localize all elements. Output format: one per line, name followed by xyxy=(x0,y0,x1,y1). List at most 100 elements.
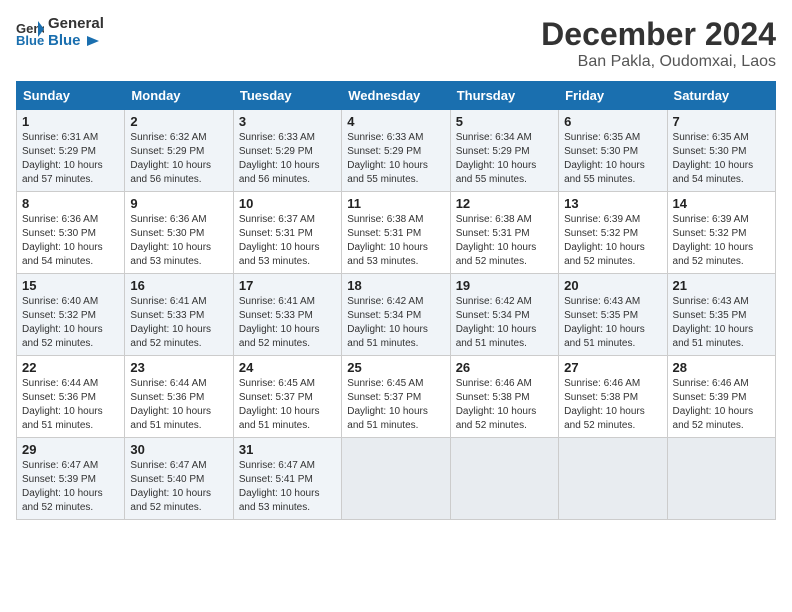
day-info: Sunrise: 6:33 AM Sunset: 5:29 PM Dayligh… xyxy=(347,131,444,187)
calendar-header-row: Sunday Monday Tuesday Wednesday Thursday… xyxy=(17,82,776,110)
calendar-week-row: 8Sunrise: 6:36 AM Sunset: 5:30 PM Daylig… xyxy=(17,192,776,274)
table-row: 16 Sunrise: 6:41 AM Sunset: 5:33 PM Dayli… xyxy=(125,274,233,356)
table-row: 7Sunrise: 6:35 AM Sunset: 5:30 PM Daylig… xyxy=(667,110,775,192)
table-row: 31Sunrise: 6:47 AM Sunset: 5:41 PM Dayli… xyxy=(233,438,341,520)
day-number: 21 xyxy=(673,278,770,293)
calendar-week-row: 22 Sunrise: 6:44 AM Sunset: 5:36 PM Dayli… xyxy=(17,356,776,438)
table-row: 20 Sunrise: 6:43 AM Sunset: 5:35 PM Dayli… xyxy=(559,274,667,356)
day-info: Sunrise: 6:36 AM Sunset: 5:30 PM Dayligh… xyxy=(22,213,119,269)
table-row: 5Sunrise: 6:34 AM Sunset: 5:29 PM Daylig… xyxy=(450,110,558,192)
table-row: 11 Sunrise: 6:38 AM Sunset: 5:31 PM Dayli… xyxy=(342,192,450,274)
day-number: 5 xyxy=(456,114,553,129)
day-number: 26 xyxy=(456,360,553,375)
table-row xyxy=(342,438,450,520)
day-info: Sunrise: 6:47 AM Sunset: 5:40 PM Dayligh… xyxy=(130,459,227,515)
table-row: 1Sunrise: 6:31 AM Sunset: 5:29 PM Daylig… xyxy=(17,110,125,192)
day-number: 30 xyxy=(130,442,227,457)
day-info: Sunrise: 6:42 AM Sunset: 5:34 PM Dayligh… xyxy=(456,295,553,351)
day-number: 22 xyxy=(22,360,119,375)
day-info: Sunrise: 6:38 AM Sunset: 5:31 PM Dayligh… xyxy=(347,213,444,269)
day-number: 24 xyxy=(239,360,336,375)
day-number: 18 xyxy=(347,278,444,293)
day-number: 6 xyxy=(564,114,661,129)
table-row: 28 Sunrise: 6:46 AM Sunset: 5:39 PM Dayli… xyxy=(667,356,775,438)
day-number: 19 xyxy=(456,278,553,293)
header-wednesday: Wednesday xyxy=(342,82,450,110)
day-info: Sunrise: 6:33 AM Sunset: 5:29 PM Dayligh… xyxy=(239,131,336,187)
day-info: Sunrise: 6:42 AM Sunset: 5:34 PM Dayligh… xyxy=(347,295,444,351)
calendar-week-row: 29Sunrise: 6:47 AM Sunset: 5:39 PM Dayli… xyxy=(17,438,776,520)
header-monday: Monday xyxy=(125,82,233,110)
day-number: 27 xyxy=(564,360,661,375)
day-number: 16 xyxy=(130,278,227,293)
header-saturday: Saturday xyxy=(667,82,775,110)
table-row: 17Sunrise: 6:41 AM Sunset: 5:33 PM Dayli… xyxy=(233,274,341,356)
table-row: 30 Sunrise: 6:47 AM Sunset: 5:40 PM Dayli… xyxy=(125,438,233,520)
day-info: Sunrise: 6:44 AM Sunset: 5:36 PM Dayligh… xyxy=(130,377,227,433)
day-info: Sunrise: 6:39 AM Sunset: 5:32 PM Dayligh… xyxy=(673,213,770,269)
table-row: 23 Sunrise: 6:44 AM Sunset: 5:36 PM Dayli… xyxy=(125,356,233,438)
location-subtitle: Ban Pakla, Oudomxai, Laos xyxy=(541,53,776,71)
table-row: 22 Sunrise: 6:44 AM Sunset: 5:36 PM Dayli… xyxy=(17,356,125,438)
day-number: 2 xyxy=(130,114,227,129)
logo-blue: Blue xyxy=(48,33,104,50)
header-tuesday: Tuesday xyxy=(233,82,341,110)
day-number: 13 xyxy=(564,196,661,211)
header-friday: Friday xyxy=(559,82,667,110)
logo-arrow-icon xyxy=(85,33,101,49)
table-row xyxy=(559,438,667,520)
title-area: December 2024 Ban Pakla, Oudomxai, Laos xyxy=(541,16,776,71)
day-number: 12 xyxy=(456,196,553,211)
header: General Blue General Blue December 2024 … xyxy=(16,16,776,71)
table-row: 13 Sunrise: 6:39 AM Sunset: 5:32 PM Dayli… xyxy=(559,192,667,274)
day-info: Sunrise: 6:45 AM Sunset: 5:37 PM Dayligh… xyxy=(239,377,336,433)
day-info: Sunrise: 6:36 AM Sunset: 5:30 PM Dayligh… xyxy=(130,213,227,269)
table-row: 15 Sunrise: 6:40 AM Sunset: 5:32 PM Dayli… xyxy=(17,274,125,356)
table-row: 26 Sunrise: 6:46 AM Sunset: 5:38 PM Dayli… xyxy=(450,356,558,438)
day-info: Sunrise: 6:39 AM Sunset: 5:32 PM Dayligh… xyxy=(564,213,661,269)
table-row: 18 Sunrise: 6:42 AM Sunset: 5:34 PM Dayli… xyxy=(342,274,450,356)
header-sunday: Sunday xyxy=(17,82,125,110)
table-row: 12 Sunrise: 6:38 AM Sunset: 5:31 PM Dayli… xyxy=(450,192,558,274)
day-number: 23 xyxy=(130,360,227,375)
day-info: Sunrise: 6:45 AM Sunset: 5:37 PM Dayligh… xyxy=(347,377,444,433)
table-row: 25 Sunrise: 6:45 AM Sunset: 5:37 PM Dayli… xyxy=(342,356,450,438)
day-info: Sunrise: 6:43 AM Sunset: 5:35 PM Dayligh… xyxy=(673,295,770,351)
calendar-week-row: 1Sunrise: 6:31 AM Sunset: 5:29 PM Daylig… xyxy=(17,110,776,192)
day-number: 20 xyxy=(564,278,661,293)
day-info: Sunrise: 6:32 AM Sunset: 5:29 PM Dayligh… xyxy=(130,131,227,187)
logo-general: General xyxy=(48,16,104,33)
table-row: 4 Sunrise: 6:33 AM Sunset: 5:29 PM Daylig… xyxy=(342,110,450,192)
day-info: Sunrise: 6:37 AM Sunset: 5:31 PM Dayligh… xyxy=(239,213,336,269)
day-info: Sunrise: 6:46 AM Sunset: 5:38 PM Dayligh… xyxy=(456,377,553,433)
day-number: 17 xyxy=(239,278,336,293)
day-info: Sunrise: 6:38 AM Sunset: 5:31 PM Dayligh… xyxy=(456,213,553,269)
table-row: 19 Sunrise: 6:42 AM Sunset: 5:34 PM Dayli… xyxy=(450,274,558,356)
day-number: 28 xyxy=(673,360,770,375)
month-title: December 2024 xyxy=(541,16,776,53)
day-info: Sunrise: 6:47 AM Sunset: 5:39 PM Dayligh… xyxy=(22,459,119,515)
table-row: 9Sunrise: 6:36 AM Sunset: 5:30 PM Daylig… xyxy=(125,192,233,274)
day-number: 25 xyxy=(347,360,444,375)
day-info: Sunrise: 6:41 AM Sunset: 5:33 PM Dayligh… xyxy=(130,295,227,351)
table-row xyxy=(667,438,775,520)
table-row: 6Sunrise: 6:35 AM Sunset: 5:30 PM Daylig… xyxy=(559,110,667,192)
header-thursday: Thursday xyxy=(450,82,558,110)
table-row: 24 Sunrise: 6:45 AM Sunset: 5:37 PM Dayli… xyxy=(233,356,341,438)
day-number: 3 xyxy=(239,114,336,129)
day-number: 11 xyxy=(347,196,444,211)
day-info: Sunrise: 6:46 AM Sunset: 5:39 PM Dayligh… xyxy=(673,377,770,433)
day-info: Sunrise: 6:44 AM Sunset: 5:36 PM Dayligh… xyxy=(22,377,119,433)
logo: General Blue General Blue xyxy=(16,16,104,49)
day-info: Sunrise: 6:43 AM Sunset: 5:35 PM Dayligh… xyxy=(564,295,661,351)
logo-icon: General Blue xyxy=(16,19,44,47)
day-number: 1 xyxy=(22,114,119,129)
day-number: 4 xyxy=(347,114,444,129)
table-row: 2 Sunrise: 6:32 AM Sunset: 5:29 PM Daylig… xyxy=(125,110,233,192)
day-number: 10 xyxy=(239,196,336,211)
day-number: 15 xyxy=(22,278,119,293)
day-info: Sunrise: 6:40 AM Sunset: 5:32 PM Dayligh… xyxy=(22,295,119,351)
svg-text:Blue: Blue xyxy=(16,33,44,47)
calendar-table: Sunday Monday Tuesday Wednesday Thursday… xyxy=(16,81,776,520)
table-row: 3 Sunrise: 6:33 AM Sunset: 5:29 PM Daylig… xyxy=(233,110,341,192)
